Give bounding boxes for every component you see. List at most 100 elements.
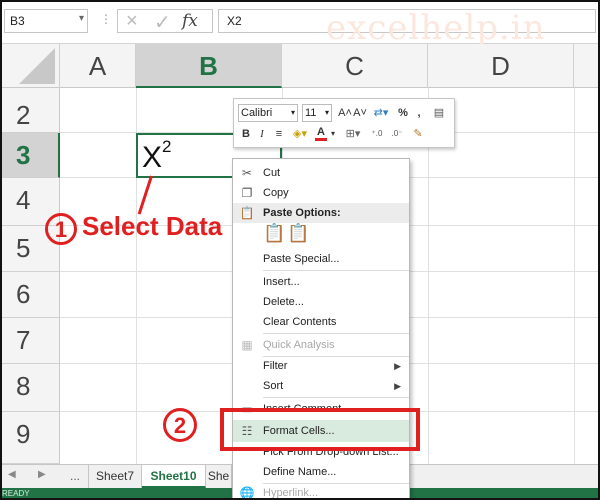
menu-item-label: Cut — [263, 167, 281, 179]
scroll-right-icon[interactable]: ▶ — [38, 469, 46, 480]
formula-bar: B3 ▾ ⋮ × ✓ fx X2 excelhelp.in — [0, 0, 600, 48]
column-headers: A B C D — [0, 44, 600, 88]
comma-style-icon[interactable]: , — [414, 104, 424, 122]
tab-sheet7[interactable]: Sheet7 — [88, 465, 142, 488]
menu-item-sort[interactable]: Sort ▶ — [233, 376, 409, 396]
insert-function-icon[interactable]: fx — [182, 11, 198, 31]
paste-icon: 📋 — [239, 206, 255, 220]
row-header-9[interactable]: 9 — [0, 412, 60, 464]
menu-item-label: Hyperlink... — [263, 487, 319, 499]
cancel-icon[interactable]: × — [126, 10, 138, 33]
name-box-value: B3 — [10, 14, 25, 28]
menu-separator — [263, 333, 409, 334]
mini-toolbar-row-2: B I ≡ ◈▾ A ▾ ⊞▾ ⁺.0 .0⁻ ✎ — [238, 125, 452, 145]
menu-item-hyperlink[interactable]: 🌐 Hyperlink... — [233, 483, 409, 500]
font-size-box[interactable]: 11 ▾ — [302, 104, 332, 122]
cell-b3-base: X — [142, 141, 163, 174]
menu-separator — [263, 270, 409, 271]
formula-bar-grip-icon: ⋮ — [100, 12, 112, 26]
row-header-2[interactable]: 2 — [0, 88, 60, 133]
gridline — [574, 88, 575, 464]
chevron-down-icon[interactable]: ▾ — [328, 125, 338, 143]
fill-color-icon[interactable]: ◈▾ — [288, 125, 312, 143]
column-header-c[interactable]: C — [282, 44, 428, 88]
menu-item-define-name[interactable]: Define Name... — [233, 462, 409, 482]
hyperlink-icon: 🌐 — [239, 486, 255, 500]
font-name-box[interactable]: Calibri ▾ — [238, 104, 298, 122]
mini-toolbar: Calibri ▾ 11 ▾ A˄ A˅ ⇄▾ % , ▤ B I ≡ ◈▾ A ▾… — [233, 98, 455, 148]
menu-item-label: Filter — [263, 360, 288, 372]
chevron-right-icon: ▶ — [394, 361, 401, 371]
column-header-d[interactable]: D — [428, 44, 574, 88]
paste-values-icon[interactable]: 📋 — [287, 223, 309, 245]
row-header-7[interactable]: 7 — [0, 318, 60, 364]
menu-item-filter[interactable]: Filter ▶ — [233, 356, 409, 376]
paste-options-row: 📋 📋 — [233, 223, 409, 249]
row-header-6[interactable]: 6 — [0, 272, 60, 318]
menu-item-delete[interactable]: Delete... — [233, 292, 409, 312]
column-header-a[interactable]: A — [60, 44, 136, 88]
step-1-badge: 1 — [45, 213, 77, 245]
row-header-3[interactable]: 3 — [0, 133, 60, 178]
scroll-left-icon[interactable]: ◀ — [8, 469, 16, 480]
borders-icon[interactable]: ⊞▾ — [342, 125, 364, 143]
annotation-pointer-line — [137, 175, 153, 215]
menu-item-label: Quick Analysis — [263, 339, 335, 351]
menu-item-label: Paste Options: — [263, 207, 341, 219]
name-box[interactable]: B3 ▾ — [4, 9, 88, 33]
chevron-down-icon: ▾ — [324, 108, 329, 117]
row-header-8[interactable]: 8 — [0, 364, 60, 412]
menu-item-label: Clear Contents — [263, 316, 337, 328]
mini-toolbar-row-1: Calibri ▾ 11 ▾ A˄ A˅ ⇄▾ % , ▤ — [238, 104, 452, 124]
menu-separator — [263, 397, 409, 398]
select-all-corner[interactable] — [0, 44, 60, 88]
paste-formatting-icon[interactable]: 📋 — [263, 223, 285, 245]
tab-sheet-partial[interactable]: She — [206, 465, 232, 488]
menu-item-label: Paste Special... — [263, 253, 340, 265]
decrease-decimal-icon[interactable]: .0⁻ — [388, 125, 406, 143]
increase-font-size-icon[interactable]: A˄ — [338, 104, 352, 122]
format-painter-table-icon[interactable]: ▤ — [430, 104, 448, 122]
formula-bar-buttons: × ✓ fx — [117, 9, 213, 35]
status-text: READY — [2, 489, 30, 498]
menu-item-label: Sort — [263, 380, 284, 392]
menu-item-copy[interactable]: ❐ Copy — [233, 183, 409, 203]
font-color-icon[interactable]: A — [315, 125, 327, 141]
menu-item-quick-analysis[interactable]: ▦ Quick Analysis — [233, 335, 409, 355]
menu-item-insert[interactable]: Insert... — [233, 272, 409, 292]
menu-item-paste-special[interactable]: Paste Special... — [233, 249, 409, 269]
column-header-b[interactable]: B — [136, 44, 282, 88]
font-name-value: Calibri — [241, 107, 273, 119]
decrease-font-size-icon[interactable]: A˅ — [353, 104, 367, 122]
tab-sheet10[interactable]: Sheet10 — [142, 465, 206, 488]
scissors-icon: ✂ — [241, 166, 253, 180]
copy-icon: ❐ — [241, 186, 253, 200]
menu-item-label: Delete... — [263, 296, 304, 308]
step-1-label: Select Data — [82, 211, 223, 241]
chevron-down-icon: ▾ — [290, 108, 295, 117]
menu-item-cut[interactable]: ✂ Cut — [233, 163, 409, 183]
increase-decimal-icon[interactable]: ⁺.0 — [368, 125, 386, 143]
menu-item-label: Copy — [263, 187, 289, 199]
cell-b3-superscript: 2 — [162, 137, 172, 156]
font-size-value: 11 — [305, 107, 317, 119]
watermark: excelhelp.in — [326, 8, 546, 48]
chevron-right-icon: ▶ — [394, 381, 401, 391]
select-all-triangle-icon — [19, 48, 55, 84]
menu-header-paste-options: 📋 Paste Options: — [233, 203, 409, 223]
cell-b3-value: X2 — [142, 137, 171, 175]
enter-icon[interactable]: ✓ — [154, 10, 171, 35]
percent-style-icon[interactable]: % — [396, 104, 410, 122]
chevron-down-icon[interactable]: ▾ — [79, 13, 84, 24]
bold-icon[interactable]: B — [240, 125, 252, 143]
align-center-icon[interactable]: ≡ — [272, 125, 286, 143]
italic-icon[interactable]: I — [256, 125, 268, 143]
menu-item-label: Define Name... — [263, 466, 337, 478]
number-format-icon[interactable]: ⇄▾ — [369, 104, 393, 122]
menu-item-label: Insert... — [263, 276, 300, 288]
more-sheets-icon[interactable]: ... — [70, 469, 80, 483]
menu-item-clear-contents[interactable]: Clear Contents — [233, 312, 409, 332]
format-painter-icon[interactable]: ✎ — [410, 125, 426, 143]
step-2-badge: 2 — [163, 408, 197, 442]
formula-value: X2 — [227, 14, 242, 28]
